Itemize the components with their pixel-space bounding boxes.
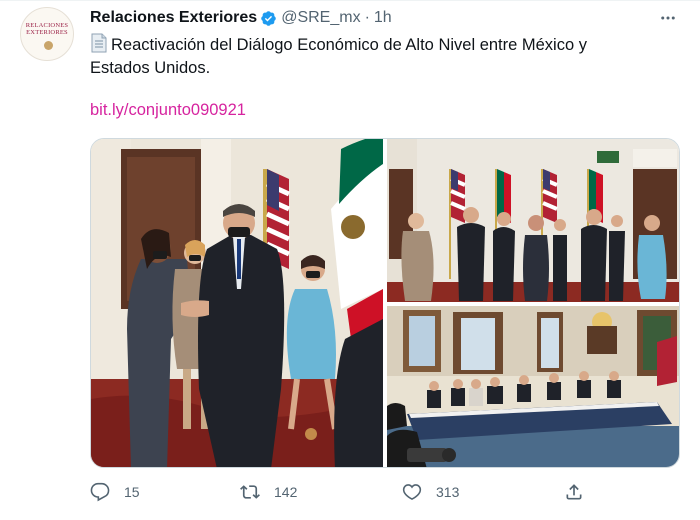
tweet-header: Relaciones Exteriores @SRE_mx · 1h [90,7,680,29]
reply-icon [90,482,110,502]
account-name[interactable]: Relaciones Exteriores [90,9,257,27]
tweet-time[interactable]: 1h [374,9,392,27]
tweet-link[interactable]: bit.ly/conjunto090921 [90,101,246,120]
like-button[interactable]: 313 [402,482,459,502]
retweet-icon [240,485,260,499]
reply-button[interactable]: 15 [90,482,140,502]
group-photo[interactable] [387,139,679,302]
tweet-actions: 15 142 313 [90,482,590,508]
reply-count: 15 [124,484,140,500]
avatar-text-line2: EXTERIORES [26,29,68,36]
media-grid [90,138,680,468]
tweet-text: Reactivación del Diálogo Económico de Al… [90,36,587,77]
heart-icon [402,484,422,500]
avatar-logo-text: RELACIONES EXTERIORES [21,22,73,36]
share-icon [566,484,582,500]
retweet-count: 142 [274,484,298,500]
document-emoji-icon [90,33,108,53]
avatar-text-line1: RELACIONES [25,22,69,29]
seal-icon [44,41,53,50]
meeting-room-photo[interactable] [387,306,679,467]
handshake-photo[interactable] [91,139,383,467]
more-options-icon[interactable] [656,7,680,29]
like-count: 313 [436,484,460,500]
share-button[interactable] [564,482,598,502]
separator-dot: · [364,9,370,26]
account-handle[interactable]: @SRE_mx [281,9,360,27]
retweet-button[interactable]: 142 [240,482,297,502]
avatar[interactable]: RELACIONES EXTERIORES [20,7,74,61]
tweet-text-container: Reactivación del Diálogo Económico de Al… [90,33,630,80]
tweet-card[interactable]: RELACIONES EXTERIORES Relaciones Exterio… [0,0,700,520]
verified-badge-icon [260,10,277,27]
